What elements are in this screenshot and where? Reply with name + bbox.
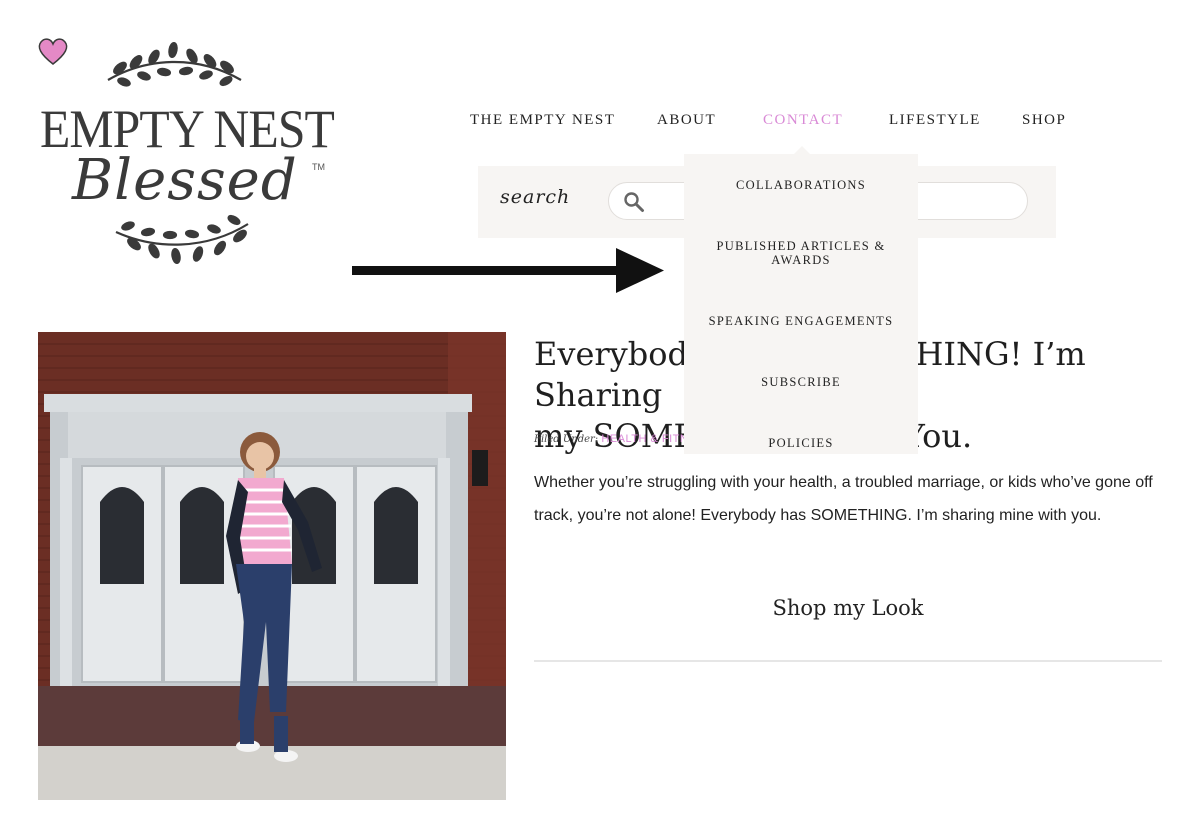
menu-item-published-articles[interactable]: PUBLISHED ARTICLES & [684,239,918,253]
filed-under-label: Filed Under: [534,434,599,445]
dropdown-caret [794,146,810,154]
heart-icon [38,38,68,65]
right-arrow-icon [352,248,664,293]
menu-item-speaking-engagements[interactable]: SPEAKING ENGAGEMENTS [684,314,918,328]
search-label: search [500,186,571,208]
search-icon[interactable] [623,191,645,213]
post-featured-image[interactable] [38,332,506,800]
post-excerpt: Whether you’re struggling with your heal… [534,474,1153,524]
nav-item-shop[interactable]: SHOP [1022,112,1066,129]
section-divider [534,660,1162,662]
menu-item-policies[interactable]: POLICIES [684,436,918,450]
nav-item-contact[interactable]: CONTACT [763,112,843,129]
shop-my-look-heading: Shop my Look [772,596,924,620]
nav-item-about[interactable]: ABOUT [657,112,716,129]
site-logo[interactable]: EMPTY NEST Blessed TM [36,36,336,276]
nav-item-lifestyle[interactable]: LIFESTYLE [889,112,981,129]
menu-item-published-articles-awards[interactable]: AWARDS [684,253,918,267]
menu-item-collaborations[interactable]: COLLABORATIONS [684,178,918,192]
main-nav: THE EMPTY NEST ABOUT CONTACT LIFESTYLE S… [450,112,1090,134]
menu-item-subscribe[interactable]: SUBSCRIBE [684,375,918,389]
contact-dropdown-menu: COLLABORATIONS PUBLISHED ARTICLES & AWAR… [684,146,918,454]
logo-script: Blessed [72,148,298,213]
trademark-mark: TM [312,162,325,172]
nav-item-the-empty-nest[interactable]: THE EMPTY NEST [470,112,615,129]
